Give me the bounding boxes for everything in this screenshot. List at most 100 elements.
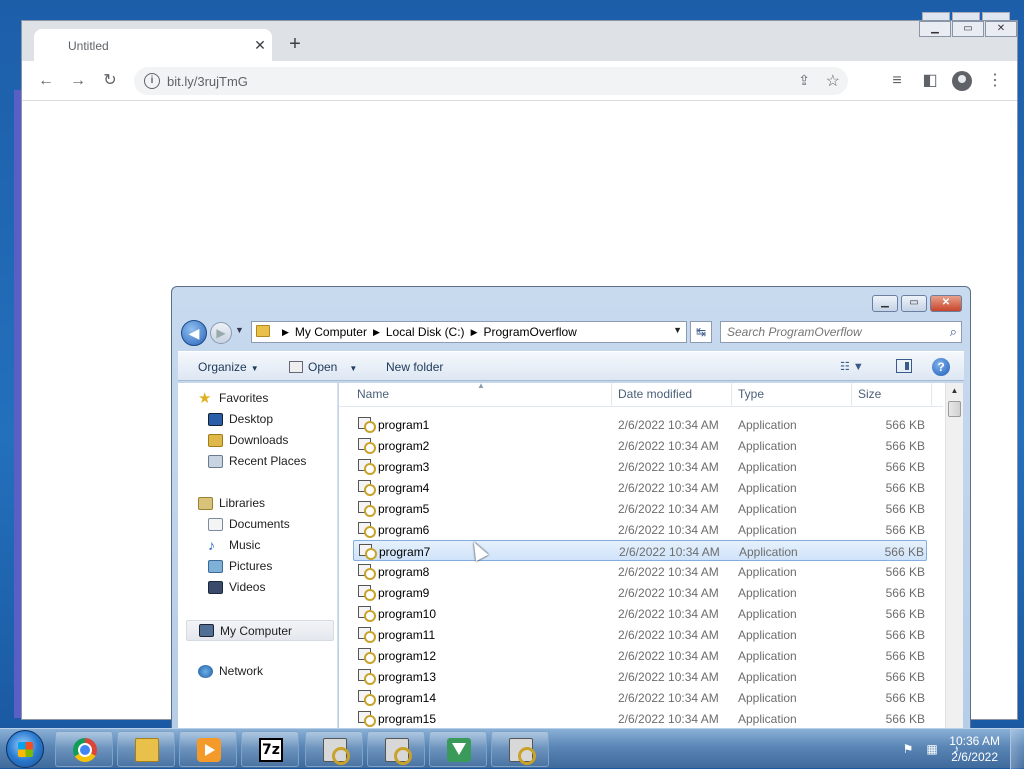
site-info-icon[interactable]: i	[144, 73, 160, 89]
breadcrumb-chevron-icon[interactable]: ▶	[471, 325, 478, 339]
explorer-minimize-button[interactable]: ▁	[872, 295, 898, 312]
profile-avatar-icon[interactable]	[952, 71, 972, 91]
nav-videos[interactable]: Videos	[208, 580, 265, 594]
taskbar-program-b[interactable]	[367, 731, 425, 767]
file-row[interactable]: program3 2/6/2022 10:34 AM Application 566 …	[353, 456, 927, 477]
column-divider[interactable]	[731, 383, 732, 407]
breadcrumb-local-disk[interactable]: Local Disk (C:)	[386, 325, 465, 339]
explorer-back-button[interactable]: ◀	[181, 320, 207, 346]
browser-tab[interactable]: Untitled ✕	[34, 29, 272, 61]
bookmark-star-icon[interactable]: ☆	[826, 71, 840, 91]
file-row[interactable]: program5 2/6/2022 10:34 AM Application 566 …	[353, 498, 927, 519]
back-icon[interactable]: ←	[37, 72, 55, 90]
nav-libraries[interactable]: Libraries	[198, 496, 265, 510]
share-icon[interactable]: ⇪	[798, 72, 810, 89]
nav-recent-places[interactable]: Recent Places	[208, 454, 306, 468]
file-row[interactable]: program1 2/6/2022 10:34 AM Application 566 …	[353, 414, 927, 435]
scroll-up-icon[interactable]: ▲	[946, 383, 963, 399]
close-button[interactable]: ✕	[985, 21, 1017, 37]
nav-downloads-label: Downloads	[229, 433, 289, 447]
file-row[interactable]: program14 2/6/2022 10:34 AM Application 566…	[353, 687, 927, 708]
search-icon[interactable]: ⌕	[950, 324, 957, 340]
file-name: program7	[379, 545, 431, 559]
file-row[interactable]: program15 2/6/2022 10:34 AM Application 566…	[353, 708, 927, 729]
minimize-button[interactable]: ▁	[919, 21, 951, 37]
organize-button[interactable]: Organize ▼	[198, 360, 259, 374]
column-divider[interactable]	[851, 383, 852, 407]
breadcrumb-my-computer[interactable]: My Computer	[295, 325, 367, 339]
nav-desktop[interactable]: Desktop	[208, 412, 273, 426]
action-center-flag-icon[interactable]: ⚑	[900, 741, 916, 757]
explorer-close-button[interactable]: ✕	[930, 295, 962, 312]
start-button[interactable]	[6, 730, 44, 768]
taskbar-chrome[interactable]	[55, 731, 113, 767]
menu-kebab-icon[interactable]: ⋮	[986, 72, 1004, 90]
file-row[interactable]: program4 2/6/2022 10:34 AM Application 566 …	[353, 477, 927, 498]
breadcrumb-chevron-icon[interactable]: ▶	[373, 325, 380, 339]
search-input[interactable]	[725, 324, 935, 340]
file-row[interactable]: program8 2/6/2022 10:34 AM Application 566 …	[353, 561, 927, 582]
file-date-modified: 2/6/2022 10:34 AM	[618, 565, 719, 579]
preview-pane-icon[interactable]	[896, 359, 912, 373]
url-text[interactable]: bit.ly/3rujTmG	[167, 74, 248, 89]
file-type: Application	[738, 439, 797, 453]
vertical-scrollbar[interactable]: ▲	[945, 383, 963, 729]
refresh-button[interactable]: ↹	[690, 321, 712, 343]
nav-my-computer[interactable]: My Computer	[186, 620, 334, 641]
taskbar-download[interactable]	[429, 731, 487, 767]
explorer-maximize-button[interactable]: ▭	[901, 295, 927, 312]
taskbar-7zip[interactable]: 7z	[241, 731, 299, 767]
file-date-modified: 2/6/2022 10:34 AM	[618, 691, 719, 705]
taskbar-media-player[interactable]	[179, 731, 237, 767]
recent-pages-dropdown-icon[interactable]: ▼	[235, 325, 244, 335]
application-icon	[358, 690, 376, 706]
file-row[interactable]: program11 2/6/2022 10:34 AM Application 566…	[353, 624, 927, 645]
nav-pictures[interactable]: Pictures	[208, 559, 272, 573]
network-tray-icon[interactable]: ▦	[924, 741, 940, 757]
nav-network[interactable]: Network	[198, 664, 263, 678]
address-dropdown-icon[interactable]: ▼	[673, 325, 682, 335]
new-folder-button[interactable]: New folder	[386, 360, 443, 374]
column-divider[interactable]	[931, 383, 932, 407]
breadcrumb-chevron-icon[interactable]: ▶	[282, 325, 289, 339]
file-row[interactable]: program7 2/6/2022 10:34 AM Application 566 …	[353, 540, 927, 561]
forward-icon[interactable]: →	[69, 72, 87, 90]
help-icon[interactable]: ?	[932, 358, 950, 376]
explorer-forward-button[interactable]: ▶	[210, 322, 232, 344]
file-row[interactable]: program12 2/6/2022 10:34 AM Application 566…	[353, 645, 927, 666]
taskbar-installer[interactable]	[491, 731, 549, 767]
file-row[interactable]: program13 2/6/2022 10:34 AM Application 566…	[353, 666, 927, 687]
nav-favorites[interactable]: ★ Favorites	[198, 391, 268, 406]
column-name[interactable]: Name	[357, 387, 389, 401]
maximize-button[interactable]: ▭	[952, 21, 984, 37]
file-row[interactable]: program9 2/6/2022 10:34 AM Application 566 …	[353, 582, 927, 603]
address-bar[interactable]: i bit.ly/3rujTmG ⇪ ☆	[134, 67, 848, 95]
file-row[interactable]: program10 2/6/2022 10:34 AM Application 566…	[353, 603, 927, 624]
side-panel-icon[interactable]: ◧	[921, 72, 939, 90]
nav-music[interactable]: ♪ Music	[208, 538, 260, 553]
taskbar-explorer[interactable]	[117, 731, 175, 767]
open-button[interactable]: Open ▼	[289, 360, 357, 374]
reload-icon[interactable]: ↻	[101, 72, 119, 90]
scrollbar-thumb[interactable]	[948, 401, 961, 417]
column-divider[interactable]	[611, 383, 612, 407]
tab-close-icon[interactable]: ✕	[252, 37, 268, 53]
explorer-search[interactable]: ⌕	[720, 321, 962, 343]
file-row[interactable]: program2 2/6/2022 10:34 AM Application 566 …	[353, 435, 927, 456]
column-size[interactable]: Size	[858, 387, 881, 401]
file-row[interactable]: program6 2/6/2022 10:34 AM Application 566 …	[353, 519, 927, 540]
nav-documents[interactable]: Documents	[208, 517, 290, 531]
column-date-modified[interactable]: Date modified	[618, 387, 692, 401]
application-icon	[358, 627, 376, 643]
show-desktop-button[interactable]	[1010, 729, 1024, 769]
column-type[interactable]: Type	[738, 387, 764, 401]
change-view-icon[interactable]: ☷ ▼	[840, 360, 864, 373]
clock[interactable]: 10:36 AM 2/6/2022	[949, 733, 1000, 765]
new-tab-button[interactable]: +	[284, 34, 306, 56]
explorer-address-bar[interactable]: ▶ My Computer ▶ Local Disk (C:) ▶ Progra…	[251, 321, 687, 343]
file-type: Application	[738, 628, 797, 642]
taskbar-program-a[interactable]	[305, 731, 363, 767]
nav-downloads[interactable]: Downloads	[208, 433, 288, 447]
reading-list-icon[interactable]: ≡	[888, 72, 906, 90]
breadcrumb-program-overflow[interactable]: ProgramOverflow	[483, 325, 576, 339]
